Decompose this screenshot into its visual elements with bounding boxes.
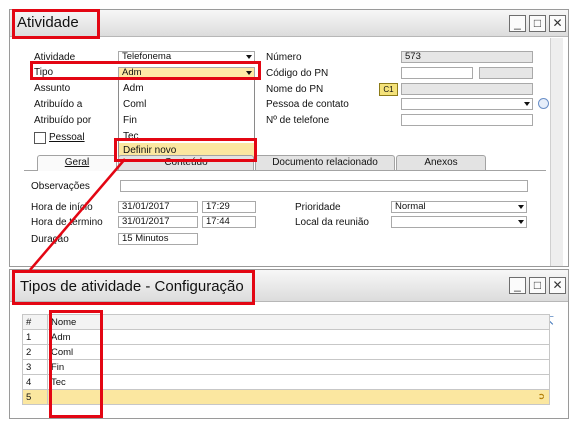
annotation-connector-line — [29, 158, 126, 271]
